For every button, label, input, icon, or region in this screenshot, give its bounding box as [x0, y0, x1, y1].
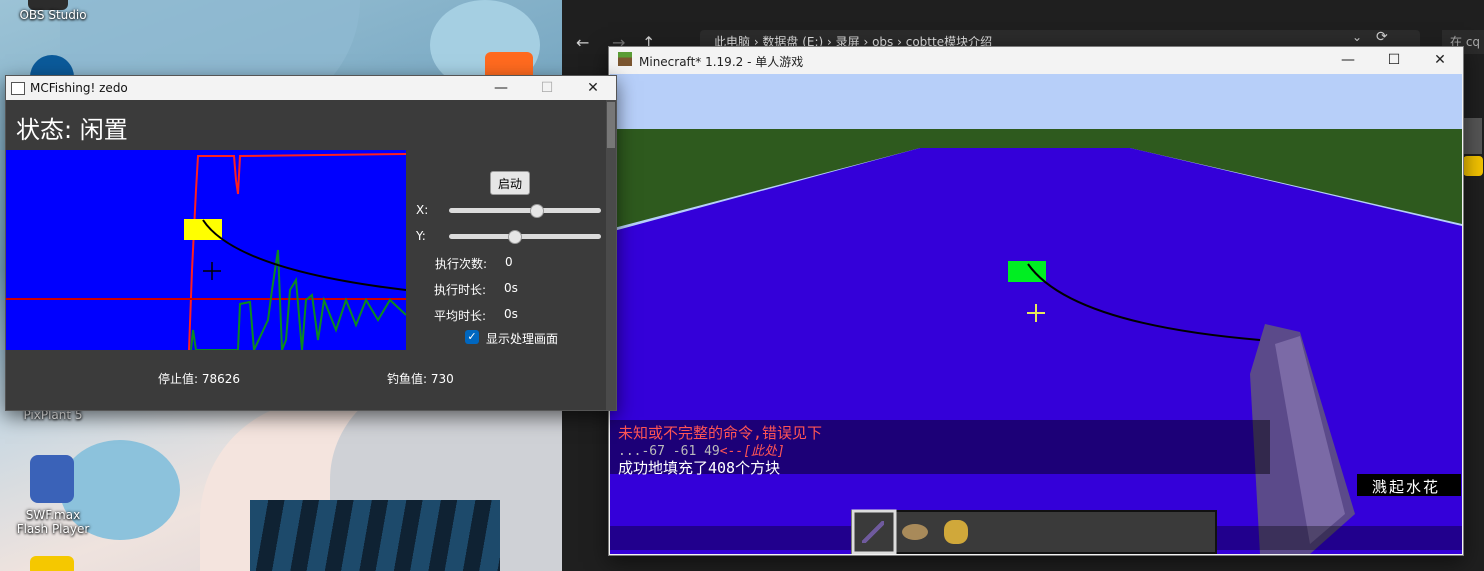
swf-flash-player-label: SWF.max Flash Player — [16, 508, 90, 536]
back-arrow-icon[interactable]: ← — [576, 33, 589, 52]
bottom-status-bar: 停止值: 78626 钓鱼值: 730 — [6, 350, 606, 410]
x-slider-label: X: — [416, 203, 429, 217]
y-slider-thumb[interactable] — [508, 230, 522, 244]
y-slider[interactable] — [449, 230, 601, 244]
crosshair-icon — [203, 262, 221, 280]
processing-preview-graph — [6, 153, 406, 350]
refresh-icon[interactable]: ⟳ — [1376, 29, 1388, 45]
avg-time-value: 0s — [504, 307, 518, 321]
scrollbar-thumb[interactable] — [607, 102, 615, 148]
x-slider-thumb[interactable] — [530, 204, 544, 218]
app-icon-yellow[interactable] — [30, 556, 74, 571]
swf-flash-player-icon[interactable] — [30, 455, 74, 503]
wallpaper-scarf — [250, 500, 500, 571]
dropdown-chevron-icon[interactable]: ⌄ — [1352, 30, 1362, 44]
show-processing-checkbox[interactable]: ✓ — [465, 330, 479, 344]
mcfishing-window-title: MCFishing! zedo — [30, 81, 128, 95]
fishing-rod-slot-icon — [862, 521, 884, 543]
pufferfish-slot-icon — [944, 520, 968, 544]
game-scene — [610, 74, 1462, 554]
maximize-button[interactable]: ☐ — [1371, 50, 1417, 70]
sky — [610, 74, 1462, 134]
subtitle-text: 溅起水花 — [1372, 478, 1441, 496]
minecraft-window: Minecraft* 1.19.2 - 单人游戏 — ☐ ✕ 未知或不完整的命令… — [608, 46, 1464, 556]
start-button[interactable]: 启动 — [490, 171, 530, 195]
vertical-scrollbar[interactable] — [606, 100, 616, 410]
bobber-marker — [184, 219, 222, 240]
avg-time-label: 平均时长: — [434, 309, 487, 323]
exec-time-value: 0s — [504, 281, 518, 295]
x-slider[interactable] — [449, 204, 601, 218]
minecraft-window-title: Minecraft* 1.19.2 - 单人游戏 — [639, 55, 804, 69]
exec-time-label: 执行时长: — [434, 283, 487, 297]
potplayer-icon[interactable] — [1463, 156, 1483, 176]
obs-studio-label: OBS Studio — [19, 8, 87, 22]
stop-value-label: 停止值: 78626 — [158, 372, 241, 386]
exec-count-value: 0 — [505, 255, 513, 269]
app-window-icon — [11, 82, 25, 95]
fishing-line-trace — [202, 219, 406, 291]
minimize-button[interactable]: — — [478, 78, 524, 98]
media-player-icon[interactable] — [1462, 118, 1482, 154]
y-slider-label: Y: — [416, 229, 426, 243]
exec-count-label: 执行次数: — [435, 257, 488, 271]
mcfishing-titlebar[interactable]: MCFishing! zedo — ☐ ✕ — [6, 76, 616, 100]
close-button[interactable]: ✕ — [1417, 50, 1463, 70]
minecraft-titlebar[interactable]: Minecraft* 1.19.2 - 单人游戏 — ☐ ✕ — [609, 47, 1463, 73]
close-button[interactable]: ✕ — [570, 78, 616, 98]
game-viewport[interactable]: 未知或不完整的命令,错误见下 ...-67 -61 49<--[此处] 成功地填… — [610, 74, 1462, 554]
maximize-button: ☐ — [540, 80, 554, 96]
minecraft-grass-block-icon — [618, 52, 632, 66]
cod-fish-slot-icon — [902, 524, 928, 540]
mcfishing-window: MCFishing! zedo — ☐ ✕ 状态: 闲置 启动 X: Y: 执行… — [5, 75, 617, 411]
status-label: 状态: 闲置 — [16, 116, 128, 144]
bite-value-label: 钓鱼值: 730 — [387, 372, 454, 386]
chat-line-success: 成功地填充了408个方块 — [618, 459, 781, 477]
processing-preview — [6, 150, 406, 350]
minimize-button[interactable]: — — [1325, 50, 1371, 70]
red-signal-line — [188, 153, 406, 350]
show-processing-label[interactable]: 显示处理画面 — [486, 330, 558, 347]
